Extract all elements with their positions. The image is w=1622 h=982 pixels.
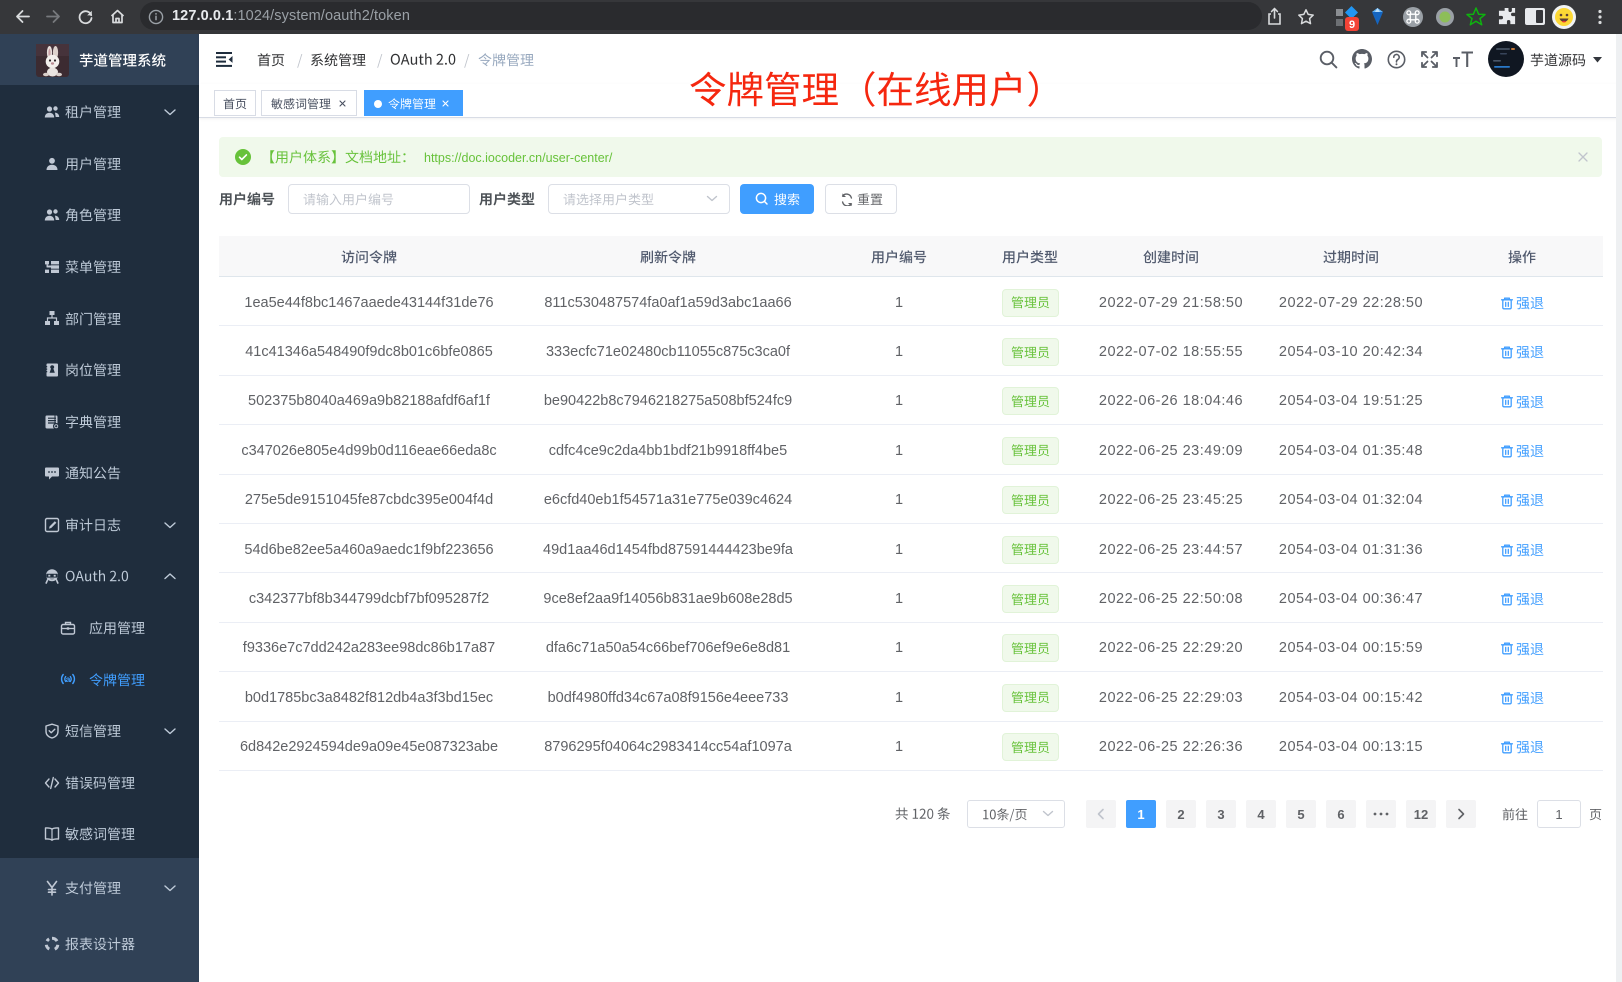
svg-text:a: a bbox=[66, 674, 71, 684]
svg-text:9: 9 bbox=[1349, 19, 1355, 31]
